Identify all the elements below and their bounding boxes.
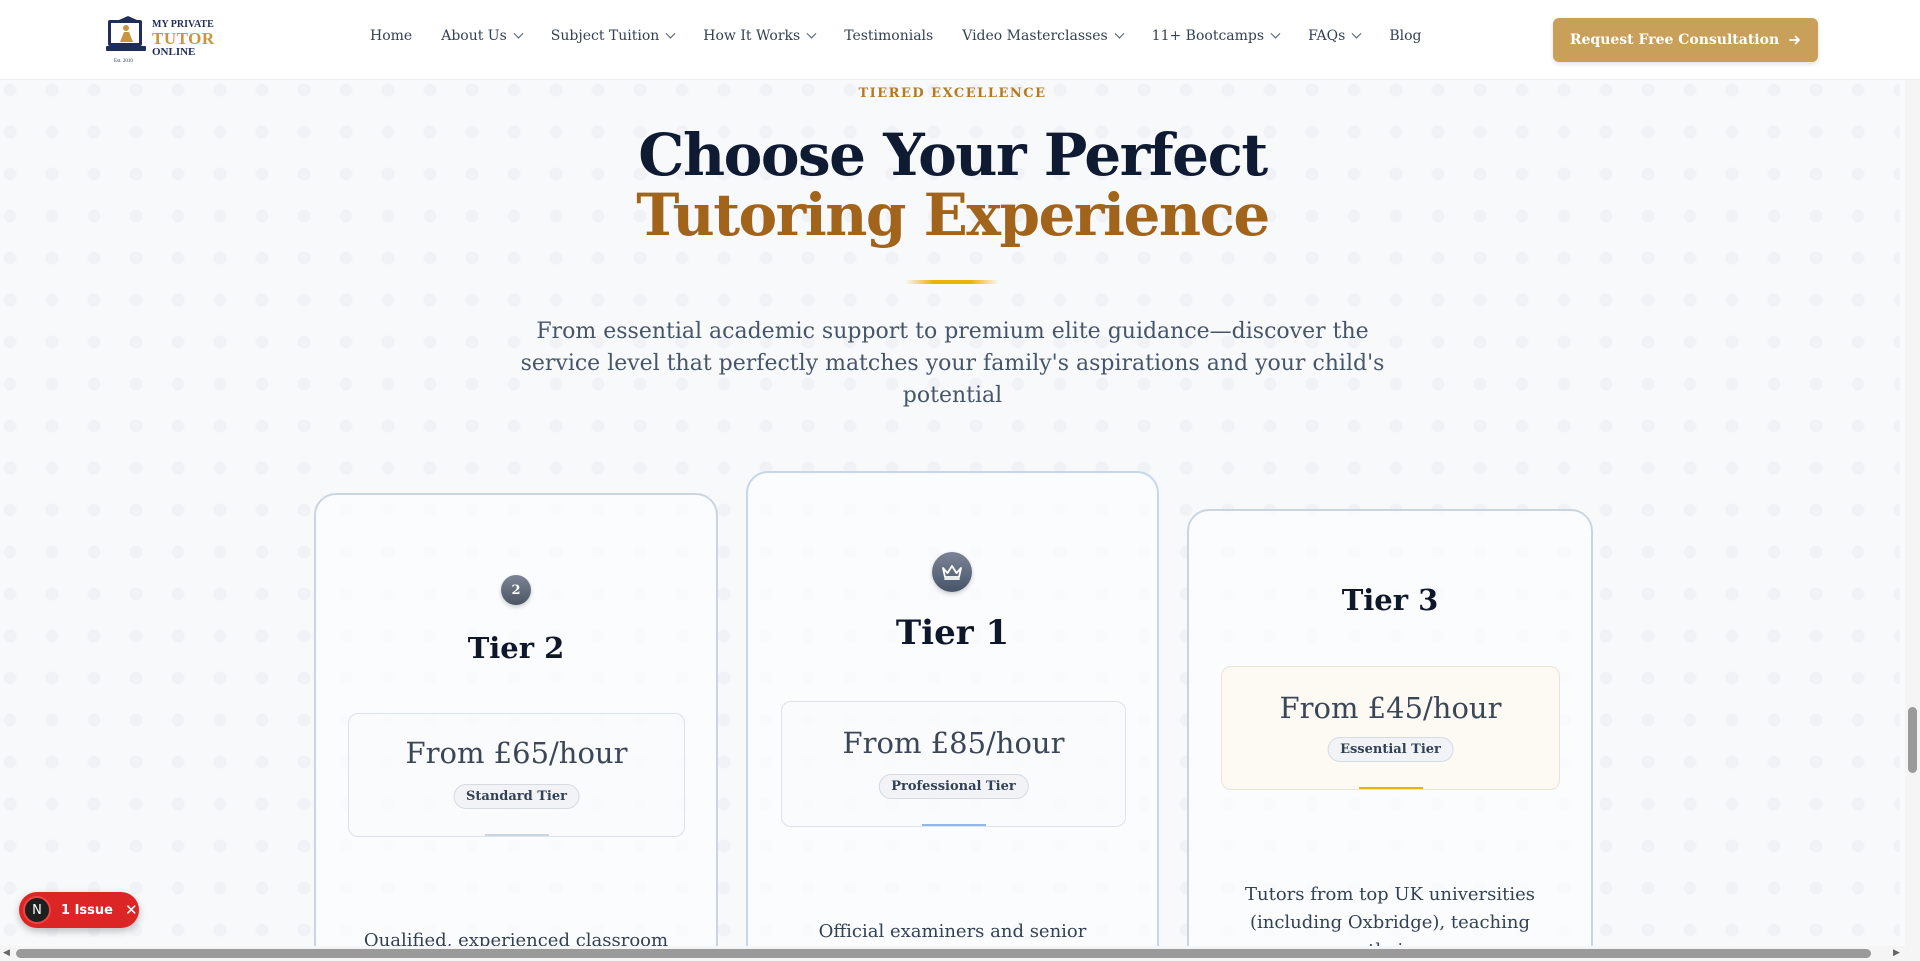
arrow-right-icon [1789,35,1801,45]
main-nav: Home About Us Subject Tuition How It Wor… [370,28,1451,44]
chevron-down-icon [1114,28,1125,39]
nav-how-it-works[interactable]: How It Works [703,28,817,44]
chevron-down-icon [665,28,676,39]
tier-badge [932,552,972,592]
price-underline [921,824,986,826]
tier-price: From £85/hour [842,726,1065,760]
tier-title: Tier 1 [895,613,1010,653]
request-consultation-button[interactable]: Request Free Consultation [1553,18,1818,62]
nav-label: Blog [1389,28,1422,44]
nav-label: FAQs [1308,28,1346,44]
nav-subject-tuition[interactable]: Subject Tuition [550,28,676,44]
scroll-left-icon[interactable]: ◀ [3,948,10,958]
nav-label: Subject Tuition [550,28,660,44]
nav-bootcamps[interactable]: 11+ Bootcamps [1151,28,1281,44]
section-lead: From essential academic support to premi… [520,319,1385,408]
nav-label: About Us [441,28,507,44]
nav-blog[interactable]: Blog [1389,28,1421,44]
chevron-down-icon [513,28,524,39]
nav-label: Home [370,28,413,44]
chevron-down-icon [1351,28,1362,39]
logo-wordmark: MY PRIVATE TUTOR ONLINE [152,20,215,58]
nav-label: Video Masterclasses [962,28,1108,44]
site-header: MY PRIVATE TUTOR ONLINE Est. 2010 Home A… [0,0,1920,80]
logo-est: Est. 2010 [114,59,133,64]
chevron-down-icon [806,28,817,39]
title-divider [905,280,999,284]
nav-home[interactable]: Home [370,28,412,44]
issue-label: 1 Issue [61,902,113,918]
tier-number-badge: 2 [501,575,531,605]
vertical-scroll-thumb[interactable] [1908,707,1917,773]
issue-avatar: N [23,896,51,924]
section-title-line2: Tutoring Experience [636,181,1270,249]
issue-badge[interactable]: N 1 Issue ✕ [19,892,139,928]
section-eyebrow: TIERED EXCELLENCE [858,86,1047,101]
horizontal-scroll-thumb[interactable] [16,949,1871,958]
scroll-right-icon[interactable]: ▶ [1893,948,1900,958]
price-box: From £85/hour Professional Tier [781,701,1126,827]
nav-video-masterclasses[interactable]: Video Masterclasses [962,28,1125,44]
vertical-scrollbar[interactable] [1905,0,1920,961]
cta-label: Request Free Consultation [1569,32,1780,48]
nav-faqs[interactable]: FAQs [1308,28,1362,44]
price-underline [484,834,549,836]
logo-graduate-icon [106,16,146,51]
tier-card-tier-3[interactable]: Tier 3 From £45/hour Essential Tier Tuto… [1187,509,1593,961]
chevron-down-icon [1270,28,1281,39]
tier-level-pill: Standard Tier [453,784,580,809]
site-logo[interactable]: MY PRIVATE TUTOR ONLINE Est. 2010 [106,12,216,68]
tier-level-pill: Professional Tier [878,774,1029,799]
tier-level-pill: Essential Tier [1327,737,1454,762]
tier-price: From £65/hour [405,736,628,770]
tier-title: Tier 2 [467,631,565,665]
nav-label: How It Works [703,28,801,44]
price-box: From £45/hour Essential Tier [1221,666,1560,790]
nav-about-us[interactable]: About Us [441,28,524,44]
tier-card-tier-1[interactable]: Tier 1 From £85/hour Professional Tier O… [746,471,1159,961]
nav-testimonials[interactable]: Testimonials [844,28,933,44]
close-icon[interactable]: ✕ [125,901,138,919]
tier-description: Official examiners and senior [818,921,1087,942]
horizontal-scrollbar[interactable]: ◀ ▶ [0,946,1920,961]
logo-line3: ONLINE [152,46,196,58]
crown-icon [942,565,962,580]
tier-title: Tier 3 [1341,583,1439,617]
section-title-line1: Choose Your Perfect [638,121,1268,189]
price-underline [1358,787,1423,789]
tier-card-tier-2[interactable]: 2 Tier 2 From £65/hour Standard Tier Qua… [314,493,718,961]
price-box: From £65/hour Standard Tier [348,713,685,837]
nav-label: Testimonials [844,28,934,44]
nav-label: 11+ Bootcamps [1151,28,1265,44]
tier-price: From £45/hour [1279,691,1502,725]
logo-line2: TUTOR [152,29,215,48]
